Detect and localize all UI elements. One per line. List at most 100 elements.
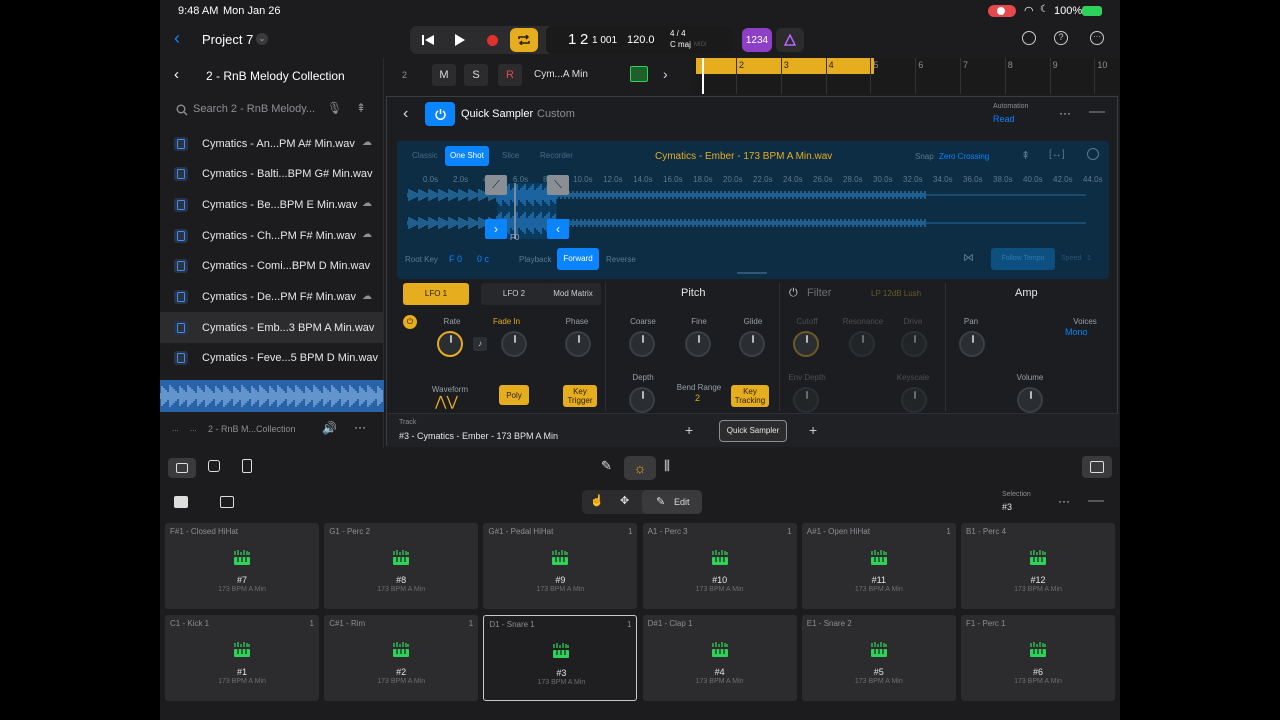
speaker-icon[interactable]: 🔊 [322, 421, 337, 435]
bend-range-value[interactable]: 2 [695, 393, 700, 403]
lfo-tab[interactable]: Mod Matrix [545, 283, 601, 305]
sampler-more-icon[interactable] [1087, 148, 1099, 160]
drum-pad[interactable]: E1 - Snare 2 #5 173 BPM A Min [801, 615, 956, 701]
coarse-knob[interactable] [629, 331, 655, 357]
fine-tune-value[interactable]: 0 c [477, 254, 489, 264]
sync-note-icon[interactable]: ♪ [473, 337, 487, 351]
track-forward-icon[interactable]: › [663, 66, 668, 82]
drum-pad[interactable]: C1 - Kick 1 1 #1 173 BPM A Min [165, 615, 319, 701]
plugin-preset[interactable]: Custom [537, 108, 575, 120]
phase-knob[interactable] [565, 331, 591, 357]
drum-pad[interactable]: A1 - Perc 3 1 #10 173 BPM A Min [642, 523, 797, 609]
drum-pad[interactable]: D#1 - Clap 1 #4 173 BPM A Min [642, 615, 797, 701]
mode-tab-recorder[interactable]: Recorder [535, 146, 578, 166]
pads-more-icon[interactable]: ··· [1058, 494, 1070, 508]
rate-knob[interactable] [437, 331, 463, 357]
lfo-tab[interactable]: LFO 2 [481, 283, 547, 305]
search-field[interactable]: Search 2 - RnB Melody... 🎙 ⇞ [170, 98, 374, 122]
align-icon[interactable]: ⇞ [1021, 149, 1030, 162]
drum-pad[interactable]: D1 - Snare 1 1 #3 173 BPM A Min [483, 615, 638, 701]
fade-in-knob[interactable] [501, 331, 527, 357]
grid-view-icon[interactable] [174, 496, 188, 508]
root-key-value[interactable]: F 0 [449, 254, 462, 264]
drum-pad[interactable]: C#1 - Rim 1 #2 173 BPM A Min [324, 615, 479, 701]
waveform-preview[interactable] [160, 380, 384, 412]
env-depth-knob[interactable] [793, 387, 819, 413]
sidebar-view-icon[interactable] [220, 496, 234, 508]
timeline-ruler[interactable]: 2 3 4 5 6 7 8 9 10 [692, 58, 1120, 94]
mixer-icon[interactable]: ⫼ [664, 458, 670, 474]
reverse-button[interactable]: Reverse [606, 255, 636, 264]
file-row[interactable]: Cymatics - Be...BPM E Min.wav ☁ [160, 189, 384, 220]
lfo-tab[interactable]: LFO 1 [403, 283, 469, 305]
project-menu-chevron-icon[interactable]: ⌄ [256, 33, 268, 45]
undo-icon[interactable] [1022, 31, 1036, 45]
fine-knob[interactable] [685, 331, 711, 357]
smart-controls-icon[interactable]: ☼ [624, 456, 656, 480]
help-icon[interactable]: ? [1054, 31, 1068, 45]
start-marker-handle[interactable]: ⟋ [485, 175, 507, 195]
keyscale-knob[interactable] [901, 387, 927, 413]
solo-button[interactable]: S [464, 64, 488, 86]
flex-icon[interactable]: ⋈ [963, 251, 974, 264]
sample-file-name[interactable]: Cymatics - Ember - 173 BPM A Min.wav [655, 151, 832, 162]
back-icon[interactable]: ‹ [174, 28, 180, 49]
loop-end-handle[interactable]: ‹ [547, 219, 569, 239]
file-row[interactable]: Cymatics - An...PM A# Min.wav ☁ [160, 128, 384, 159]
go-to-start-icon[interactable] [416, 28, 440, 52]
lfo-power-icon[interactable]: ⏻ [403, 315, 417, 329]
download-icon[interactable]: ☁ [362, 291, 372, 302]
drum-pad[interactable]: G#1 - Pedal HiHat 1 #9 173 BPM A Min [483, 523, 638, 609]
waveform-display[interactable] [407, 183, 1097, 239]
file-row[interactable]: Cymatics - Comi...BPM D Min.wav [160, 251, 384, 282]
filter-icon[interactable]: ⇞ [356, 101, 366, 115]
resonance-knob[interactable] [849, 331, 875, 357]
hand-icon[interactable]: ☝ [590, 494, 604, 507]
add-plugin-left-icon[interactable]: + [685, 422, 693, 438]
filter-power-icon[interactable]: ⏻ [789, 287, 798, 300]
browser-toggle-icon[interactable] [168, 458, 196, 478]
download-icon[interactable]: ☁ [362, 229, 372, 240]
snap-value[interactable]: Zero Crossing [939, 152, 989, 161]
follow-tempo-button[interactable]: Follow Tempo [991, 248, 1055, 270]
drum-pad[interactable]: A#1 - Open HiHat 1 #11 173 BPM A Min [801, 523, 956, 609]
mode-tab-one-shot[interactable]: One Shot [445, 146, 489, 166]
drum-pad[interactable]: G1 - Perc 2 #8 173 BPM A Min [324, 523, 479, 609]
mute-button[interactable]: M [432, 64, 456, 86]
key-trigger-button[interactable]: Key Trigger [563, 385, 597, 407]
depth-knob[interactable] [629, 387, 655, 413]
browser-more-icon[interactable]: ··· [354, 420, 366, 434]
download-icon[interactable]: ☁ [362, 198, 372, 209]
plugin-back-icon[interactable]: ‹ [403, 105, 408, 123]
record-icon[interactable] [480, 28, 504, 52]
pencil-icon[interactable]: ✎ [601, 458, 612, 474]
count-in-button[interactable]: 1234 [742, 28, 772, 52]
drum-pad[interactable]: F1 - Perc 1 #6 173 BPM A Min [961, 615, 1115, 701]
add-plugin-right-icon[interactable]: + [809, 422, 817, 438]
microphone-icon[interactable]: 🎙 [327, 101, 342, 115]
download-icon[interactable]: ☁ [362, 137, 372, 148]
drum-pad[interactable]: F#1 - Closed HiHat #7 173 BPM A Min [165, 523, 319, 609]
loop-start-handle[interactable]: › [485, 219, 507, 239]
key-tracking-button[interactable]: Key Tracking [731, 385, 769, 407]
mode-tab-classic[interactable]: Classic [407, 146, 443, 166]
play-icon[interactable] [448, 28, 472, 52]
drive-knob[interactable] [901, 331, 927, 357]
plugin-power-icon[interactable] [425, 102, 455, 126]
plugins-toggle-icon[interactable] [208, 460, 220, 472]
poly-button[interactable]: Poly [499, 385, 529, 405]
plugin-handle[interactable] [1089, 111, 1105, 113]
inspector-toggle-icon[interactable] [242, 459, 252, 473]
record-arm-button[interactable]: R [498, 64, 522, 86]
voices-value[interactable]: Mono [1065, 327, 1088, 337]
file-row[interactable]: Cymatics - Emb...3 BPM A Min.wav [160, 312, 384, 344]
browser-back-icon[interactable]: ‹ [174, 66, 179, 83]
panel-resize-handle[interactable] [737, 272, 767, 274]
pan-knob[interactable] [959, 331, 985, 357]
playhead[interactable] [702, 58, 704, 94]
plugin-slot-button[interactable]: Quick Sampler [719, 420, 787, 442]
cycle-icon[interactable] [510, 28, 538, 52]
selection-value[interactable]: #3 [1002, 502, 1012, 512]
metronome-icon[interactable] [776, 28, 804, 52]
project-title[interactable]: Project 7 [202, 32, 253, 47]
